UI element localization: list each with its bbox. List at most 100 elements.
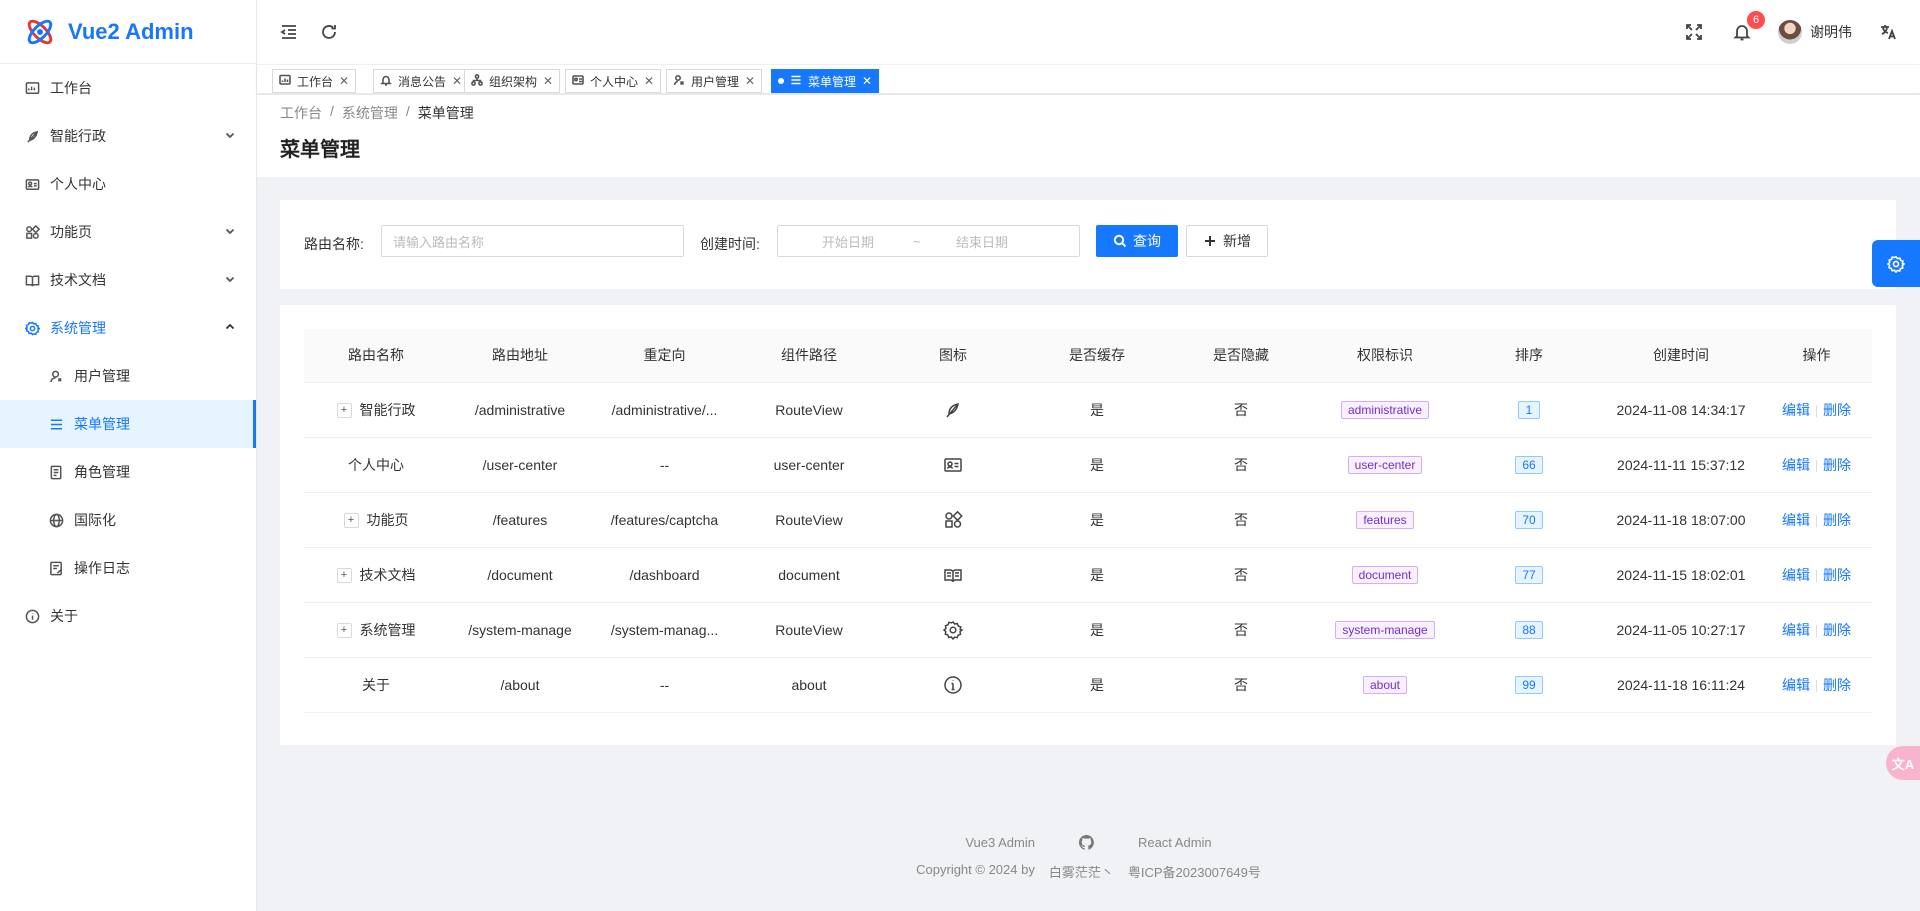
edit-link[interactable]: 编辑 bbox=[1782, 622, 1810, 638]
delete-link[interactable]: 删除 bbox=[1823, 622, 1851, 638]
delete-link[interactable]: 删除 bbox=[1823, 677, 1851, 693]
expand-icon[interactable]: + bbox=[336, 403, 352, 419]
sidebar-item-features[interactable]: 功能页 bbox=[0, 208, 256, 256]
edit-link[interactable]: 编辑 bbox=[1782, 677, 1810, 693]
cell-redirect: -- bbox=[592, 437, 737, 493]
sort-tag: 70 bbox=[1515, 510, 1543, 529]
permission-tag: about bbox=[1362, 675, 1408, 694]
tab-dashboard[interactable]: 工作台 ✕ bbox=[272, 69, 357, 93]
tab-menu-manage[interactable]: 菜单管理 ✕ bbox=[771, 69, 880, 93]
notification-badge: 6 bbox=[1747, 11, 1765, 29]
edit-link[interactable]: 编辑 bbox=[1782, 457, 1810, 473]
sidebar-item-operation-log[interactable]: 操作日志 bbox=[0, 544, 256, 592]
tab-label: 个人中心 bbox=[590, 74, 639, 89]
translate-float-button[interactable]: 文A bbox=[1886, 746, 1920, 780]
footer-link-react[interactable]: React Admin bbox=[1138, 835, 1212, 850]
sidebar-menu: 工作台 智能行政 个人中心 功能页 技术文档 系统管理 用户管理 菜单管理 角色… bbox=[0, 64, 256, 640]
delete-link[interactable]: 删除 bbox=[1823, 457, 1851, 473]
breadcrumb-item[interactable]: 工作台 bbox=[280, 103, 322, 123]
edit-link[interactable]: 编辑 bbox=[1782, 567, 1810, 583]
cell-name: + 系统管理 bbox=[304, 602, 448, 658]
active-dot bbox=[778, 78, 784, 84]
sidebar-item-user-center[interactable]: 个人中心 bbox=[0, 160, 256, 208]
settings-drawer-button[interactable] bbox=[1872, 240, 1920, 287]
close-icon[interactable]: ✕ bbox=[339, 74, 349, 88]
cell-path: /user-center bbox=[448, 437, 592, 493]
expand-icon[interactable]: + bbox=[336, 623, 352, 639]
sidebar-item-administrative[interactable]: 智能行政 bbox=[0, 112, 256, 160]
collapse-menu-icon[interactable] bbox=[277, 20, 301, 44]
menu-icon bbox=[48, 416, 64, 432]
user-name: 谢明伟 bbox=[1810, 24, 1852, 40]
route-name-input[interactable]: 请输入路由名称 bbox=[381, 225, 684, 257]
breadcrumb-item: 菜单管理 bbox=[417, 105, 474, 121]
close-icon[interactable]: ✕ bbox=[644, 74, 654, 88]
logo[interactable]: Vue2 Admin bbox=[0, 0, 256, 64]
sidebar-item-document[interactable]: 技术文档 bbox=[0, 256, 256, 304]
close-icon[interactable]: ✕ bbox=[745, 74, 755, 88]
route-name-placeholder: 请输入路由名称 bbox=[393, 234, 485, 250]
fullscreen-icon[interactable] bbox=[1682, 20, 1706, 44]
breadcrumb: 工作台 / 系统管理 / 菜单管理 bbox=[280, 103, 474, 123]
language-icon[interactable] bbox=[1876, 20, 1900, 44]
end-date-input[interactable]: 结束日期 bbox=[956, 232, 1008, 251]
tab-user-manage[interactable]: 用户管理 ✕ bbox=[666, 69, 763, 93]
expand-icon[interactable]: + bbox=[336, 568, 352, 584]
edit-link[interactable]: 编辑 bbox=[1782, 512, 1810, 528]
cell-path: /system-manage bbox=[448, 602, 592, 658]
sidebar-item-dashboard[interactable]: 工作台 bbox=[0, 64, 256, 112]
dashboard-icon bbox=[24, 80, 40, 96]
cell-icon bbox=[881, 547, 1025, 603]
tab-organization[interactable]: 组织架构 ✕ bbox=[464, 69, 561, 93]
sidebar-item-label: 角色管理 bbox=[74, 464, 130, 480]
cell-hidden: 否 bbox=[1169, 602, 1313, 658]
sidebar-item-user-manage[interactable]: 用户管理 bbox=[0, 352, 256, 400]
sidebar-item-about[interactable]: 关于 bbox=[0, 592, 256, 640]
sidebar-item-menu-manage[interactable]: 菜单管理 bbox=[0, 400, 256, 448]
edit-link[interactable]: 编辑 bbox=[1782, 402, 1810, 418]
cell-actions: 编辑 删除 bbox=[1761, 492, 1872, 548]
delete-link[interactable]: 删除 bbox=[1823, 512, 1851, 528]
sort-tag: 1 bbox=[1518, 400, 1540, 419]
id-card-icon bbox=[24, 176, 40, 192]
tab-user-center[interactable]: 个人中心 ✕ bbox=[565, 69, 662, 93]
cell-permission: features bbox=[1313, 492, 1457, 548]
cell-path: /about bbox=[448, 657, 592, 713]
sidebar-item-label: 关于 bbox=[50, 608, 78, 624]
chevron-down-icon bbox=[224, 224, 236, 240]
query-button[interactable]: 查询 bbox=[1096, 225, 1178, 257]
cell-redirect: /system-manag... bbox=[592, 602, 737, 658]
sidebar-item-system-manage[interactable]: 系统管理 bbox=[0, 304, 256, 352]
date-range-picker[interactable]: 开始日期 ~ 结束日期 bbox=[777, 225, 1080, 257]
github-icon[interactable] bbox=[1079, 835, 1094, 850]
footer-link-vue3[interactable]: Vue3 Admin bbox=[965, 835, 1035, 850]
cell-sort: 66 bbox=[1457, 437, 1601, 493]
cell-cache: 是 bbox=[1025, 657, 1169, 713]
close-icon[interactable]: ✕ bbox=[862, 74, 872, 88]
add-button[interactable]: 新增 bbox=[1186, 225, 1268, 257]
close-icon[interactable]: ✕ bbox=[543, 74, 553, 88]
author-link[interactable]: 白雾茫茫丶 bbox=[1049, 862, 1114, 881]
start-date-input[interactable]: 开始日期 bbox=[822, 232, 874, 251]
close-icon[interactable]: ✕ bbox=[452, 74, 462, 88]
menu-table: 路由名称 路由地址 重定向 组件路径 图标 是否缓存 是否隐藏 权限标识 排序 … bbox=[304, 329, 1872, 713]
breadcrumb-item[interactable]: 系统管理 bbox=[342, 103, 398, 123]
tab-notices[interactable]: 消息公告 ✕ bbox=[373, 69, 470, 93]
column-header: 图标 bbox=[881, 329, 1025, 383]
cell-redirect: /administrative/... bbox=[592, 382, 737, 438]
info-icon bbox=[24, 608, 40, 624]
sidebar-item-role-manage[interactable]: 角色管理 bbox=[0, 448, 256, 496]
sort-tag: 77 bbox=[1515, 565, 1543, 584]
user-menu[interactable]: 谢明伟 bbox=[1778, 20, 1852, 44]
expand-icon[interactable]: + bbox=[343, 513, 359, 529]
delete-link[interactable]: 删除 bbox=[1823, 567, 1851, 583]
delete-link[interactable]: 删除 bbox=[1823, 402, 1851, 418]
chevron-up-icon bbox=[224, 320, 236, 336]
notification-bell[interactable]: 6 bbox=[1730, 11, 1765, 44]
sidebar-item-i18n[interactable]: 国际化 bbox=[0, 496, 256, 544]
refresh-icon[interactable] bbox=[317, 20, 341, 44]
cell-redirect: /dashboard bbox=[592, 547, 737, 603]
icp-link[interactable]: 粤ICP备2023007649号 bbox=[1128, 862, 1261, 881]
cell-permission: document bbox=[1313, 547, 1457, 603]
top-header: 6 谢明伟 bbox=[257, 0, 1920, 64]
